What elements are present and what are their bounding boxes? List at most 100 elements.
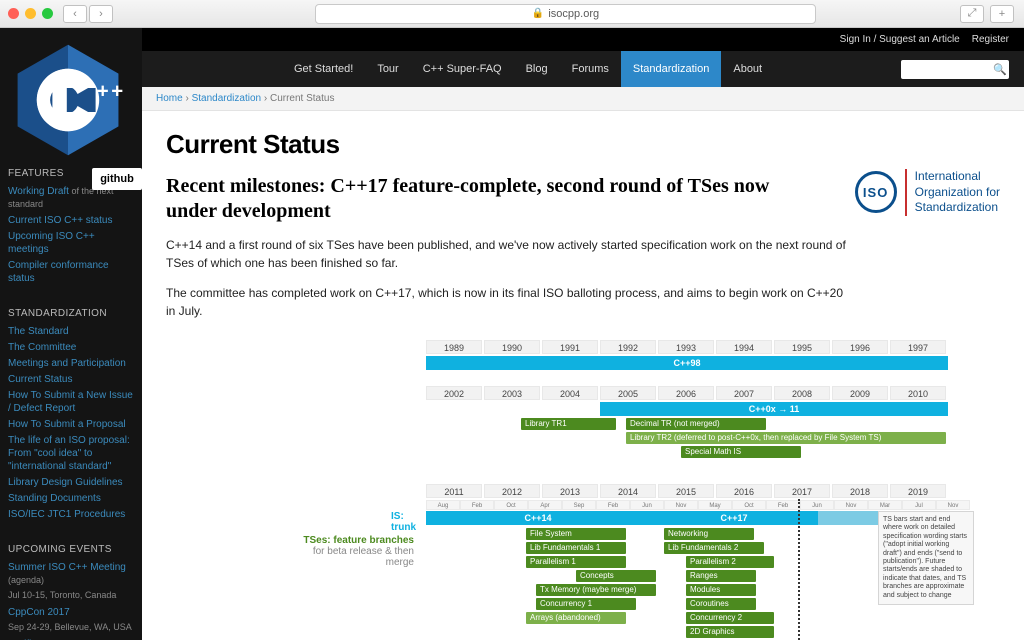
- timeline-figure: 198919901991199219931994199519961997 C++…: [426, 340, 1016, 640]
- year-cell: 1996: [832, 340, 888, 354]
- sidebar-link-std-7[interactable]: Library Design Guidelines: [8, 476, 134, 489]
- ts-bar: 2D Graphics: [686, 626, 774, 638]
- ts-bar: File System: [526, 528, 626, 540]
- year-cell: 2018: [832, 484, 888, 498]
- sidebar-link-std-8[interactable]: Standing Documents: [8, 492, 134, 505]
- github-badge[interactable]: github: [92, 168, 142, 190]
- month-cell: Oct: [494, 500, 528, 510]
- fullscreen-button[interactable]: ⤢: [960, 5, 984, 23]
- main-nav: Get Started! Tour C++ Super-FAQ Blog For…: [142, 51, 1024, 87]
- year-cell: 2014: [600, 484, 656, 498]
- sidebar-link-std-5[interactable]: How To Submit a Proposal: [8, 418, 134, 431]
- year-cell: 2017: [774, 484, 830, 498]
- ts-bar: Lib Fundamentals 2: [664, 542, 764, 554]
- year-cell: 2005: [600, 386, 656, 400]
- sidebar-link-std-9[interactable]: ISO/IEC JTC1 Procedures: [8, 508, 134, 521]
- ts-bar: Concurrency 1: [536, 598, 636, 610]
- signin-link[interactable]: Sign In / Suggest an Article: [840, 34, 960, 45]
- nav-item-2[interactable]: C++ Super-FAQ: [411, 51, 514, 87]
- nav-item-0[interactable]: Get Started!: [282, 51, 365, 87]
- nav-item-6[interactable]: About: [721, 51, 774, 87]
- sidebar-section-events: UPCOMING EVENTS: [8, 544, 134, 555]
- breadcrumb-home[interactable]: Home: [156, 93, 183, 104]
- search-box[interactable]: 🔍: [901, 60, 1009, 79]
- month-cell: Oct: [732, 500, 766, 510]
- sidebar-link-std-6[interactable]: The life of an ISO proposal: From "cool …: [8, 434, 134, 473]
- month-cell: Sep: [562, 500, 596, 510]
- sidebar-link-std-0[interactable]: The Standard: [8, 325, 134, 338]
- month-cell: Feb: [596, 500, 630, 510]
- sidebar-link-feat-0[interactable]: Current ISO C++ status: [8, 214, 134, 227]
- nav-item-5[interactable]: Standardization: [621, 51, 721, 87]
- iso-line3: Standardization: [915, 200, 1000, 216]
- sidebar-link-std-1[interactable]: The Committee: [8, 341, 134, 354]
- zoom-window-icon[interactable]: [42, 8, 53, 19]
- ts-bar: Networking: [664, 528, 754, 540]
- row2-bar: C++0x → 11: [600, 402, 948, 416]
- sidebar-link-std-4[interactable]: How To Submit a New Issue / Defect Repor…: [8, 389, 134, 415]
- sidebar-link-std-3[interactable]: Current Status: [8, 373, 134, 386]
- ts-bar: Lib Fundamentals 1: [526, 542, 626, 554]
- url-bar[interactable]: 🔒 isocpp.org: [315, 4, 816, 24]
- page-title: Current Status: [166, 129, 1000, 160]
- year-cell: 2004: [542, 386, 598, 400]
- forward-button[interactable]: ›: [89, 5, 113, 23]
- nav-item-1[interactable]: Tour: [365, 51, 410, 87]
- window-controls: [8, 8, 53, 19]
- ts-bar: Concepts: [576, 570, 656, 582]
- year-cell: 1990: [484, 340, 540, 354]
- year-cell: 1993: [658, 340, 714, 354]
- ts-bar: Coroutines: [686, 598, 756, 610]
- trunk-segment: C++17: [650, 511, 818, 525]
- month-cell: Nov: [834, 500, 868, 510]
- year-cell: 1992: [600, 340, 656, 354]
- year-cell: 1989: [426, 340, 482, 354]
- month-cell: Nov: [936, 500, 970, 510]
- svg-text:+: +: [97, 81, 109, 103]
- ts-bar: Tx Memory (maybe merge): [536, 584, 656, 596]
- month-cell: Jun: [630, 500, 664, 510]
- utility-bar: Sign In / Suggest an Article Register: [142, 28, 1024, 51]
- year-cell: 2007: [716, 386, 772, 400]
- sidebar-link-std-2[interactable]: Meetings and Participation: [8, 357, 134, 370]
- search-icon[interactable]: 🔍: [993, 63, 1007, 76]
- year-cell: 1997: [890, 340, 946, 354]
- ts-label-a: TSes: feature branches: [303, 535, 414, 546]
- month-cell: Jul: [902, 500, 936, 510]
- year-cell: 1995: [774, 340, 830, 354]
- nav-item-4[interactable]: Forums: [560, 51, 621, 87]
- nav-item-3[interactable]: Blog: [514, 51, 560, 87]
- ts-bar: Parallelism 1: [526, 556, 626, 568]
- register-link[interactable]: Register: [972, 34, 1009, 45]
- month-cell: Feb: [460, 500, 494, 510]
- search-input[interactable]: [905, 64, 993, 75]
- breadcrumb-l1[interactable]: Standardization: [192, 93, 262, 104]
- sidebar-event-0[interactable]: Summer ISO C++ Meeting (agenda): [8, 561, 134, 587]
- add-tab-button[interactable]: +: [990, 5, 1014, 23]
- month-cell: Jun: [800, 500, 834, 510]
- sidebar-event-1[interactable]: CppCon 2017: [8, 606, 134, 619]
- ts-bar: Library TR1: [521, 418, 616, 430]
- sidebar-event-0-sub: Jul 10-15, Toronto, Canada: [8, 590, 134, 600]
- close-window-icon[interactable]: [8, 8, 19, 19]
- sidebar-link-feat-1[interactable]: Upcoming ISO C++ meetings: [8, 230, 134, 256]
- month-cell: May: [698, 500, 732, 510]
- year-cell: 2006: [658, 386, 714, 400]
- back-button[interactable]: ‹: [63, 5, 87, 23]
- row1-bar: C++98: [426, 356, 948, 370]
- year-cell: 2015: [658, 484, 714, 498]
- month-cell: Nov: [664, 500, 698, 510]
- iso-badge: ISO International Organization for Stand…: [855, 169, 1000, 216]
- svg-text:+: +: [111, 81, 123, 103]
- minimize-window-icon[interactable]: [25, 8, 36, 19]
- year-cell: 2016: [716, 484, 772, 498]
- trunk-label: IS: trunk: [391, 511, 416, 533]
- year-cell: 2013: [542, 484, 598, 498]
- year-cell: 2011: [426, 484, 482, 498]
- year-cell: 2003: [484, 386, 540, 400]
- sidebar-link-feat-2[interactable]: Compiler conformance status: [8, 259, 134, 285]
- ts-bar: Special Math IS: [681, 446, 801, 458]
- year-cell: 2012: [484, 484, 540, 498]
- iso-line1: International: [915, 169, 1000, 185]
- url-host: isocpp.org: [548, 8, 599, 20]
